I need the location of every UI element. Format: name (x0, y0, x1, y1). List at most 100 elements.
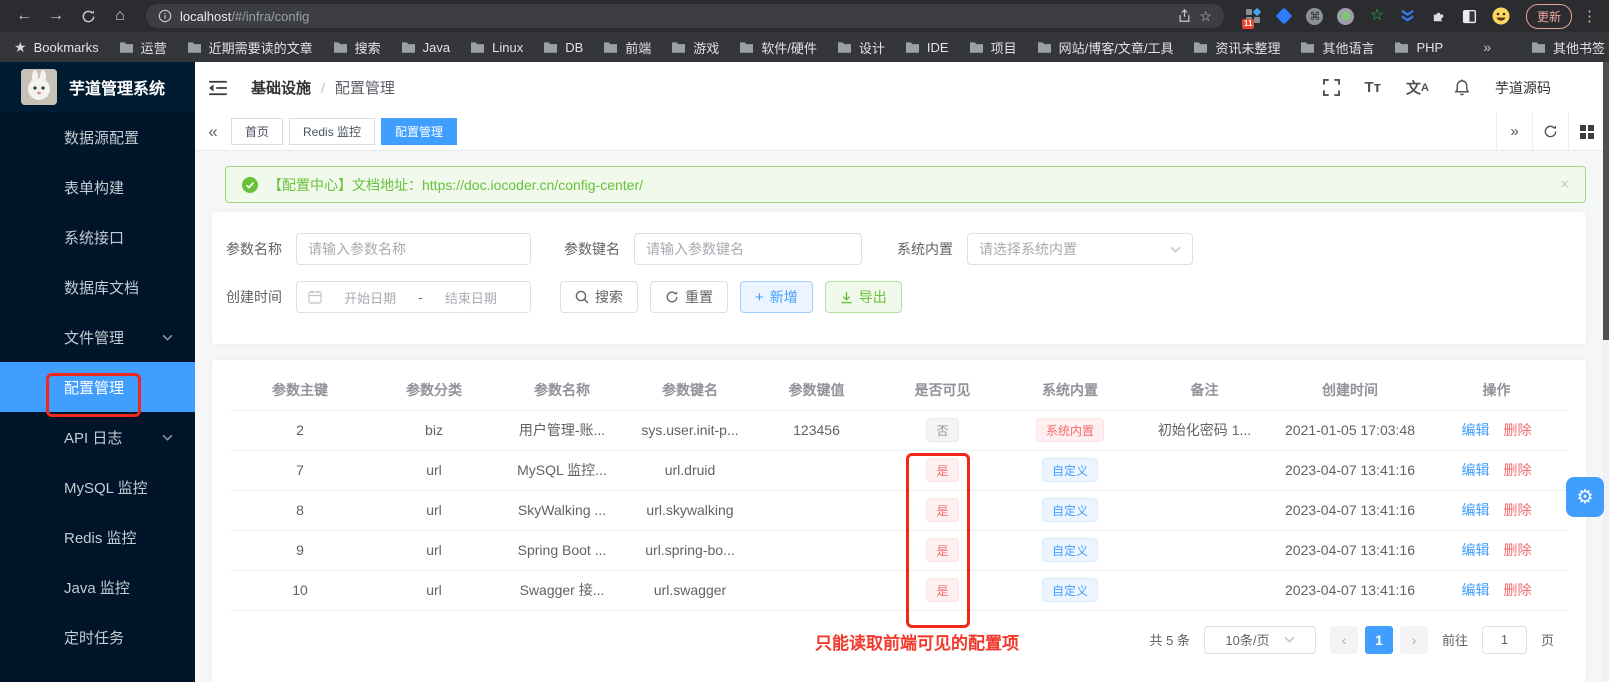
sidebar-fold-icon[interactable] (209, 80, 227, 96)
breadcrumb-separator: / (321, 79, 325, 96)
scrollbar-track[interactable] (1603, 62, 1609, 682)
date-separator: - (418, 289, 423, 305)
export-button[interactable]: 导出 (824, 281, 902, 313)
settings-gear-button[interactable]: ⚙ (1566, 477, 1604, 517)
bookmark-folder[interactable]: IDE (905, 40, 949, 55)
create-button[interactable]: + 新增 (740, 281, 813, 313)
edit-button[interactable]: 编辑 (1462, 462, 1490, 478)
chevrons-extension-icon[interactable] (1399, 7, 1417, 25)
date-range-input[interactable]: 开始日期 - 结束日期 (296, 281, 531, 313)
address-bar[interactable]: localhost/#/infra/config ☆ (146, 4, 1224, 28)
reset-button[interactable]: 重置 (650, 281, 728, 313)
fullscreen-icon[interactable] (1322, 79, 1340, 96)
info-icon[interactable] (158, 9, 172, 23)
page-refresh-icon[interactable] (1532, 112, 1568, 151)
delete-button[interactable]: 删除 (1504, 582, 1532, 598)
main-area: 基础设施 / 配置管理 Tᴛ 文A 芋道源码 « 首页 Redis 监控 配置管… (195, 62, 1609, 682)
table-row: 8 url SkyWalking ... url.skywalking 是 自定… (230, 490, 1568, 531)
tab-config-manage[interactable]: 配置管理 (381, 118, 458, 145)
bookmark-folder[interactable]: Linux (470, 40, 523, 55)
edit-button[interactable]: 编辑 (1462, 502, 1490, 518)
tabs-scroll-left-icon[interactable]: « (195, 122, 231, 142)
sidebar-item-api-log[interactable]: API 日志 (0, 412, 195, 462)
tabs-scroll-right-icon[interactable]: » (1496, 112, 1532, 151)
bookmark-folder[interactable]: 设计 (837, 38, 885, 57)
bookmark-folder[interactable]: 搜索 (333, 38, 381, 57)
breadcrumb-parent[interactable]: 基础设施 (251, 77, 311, 98)
bookmark-star-icon[interactable]: ☆ (1199, 8, 1212, 25)
delete-button[interactable]: 删除 (1504, 422, 1532, 438)
layout-grid-icon[interactable] (1568, 112, 1604, 151)
browser-menu-icon[interactable]: ⋮ (1582, 7, 1597, 25)
puzzle-extensions-icon[interactable] (1430, 7, 1448, 25)
language-icon[interactable]: 文A (1406, 77, 1429, 98)
back-icon[interactable]: ← (10, 3, 38, 29)
bookmarks-overflow-icon[interactable]: » (1483, 39, 1491, 55)
update-button[interactable]: 更新 (1525, 3, 1572, 29)
bookmark-folder[interactable]: 近期需要读的文章 (187, 38, 313, 57)
reload-icon[interactable] (74, 3, 102, 29)
bookmarks-manager[interactable]: ★ Bookmarks (14, 39, 99, 56)
bookmark-folder[interactable]: 运营 (119, 38, 167, 57)
chevron-down-icon (162, 434, 173, 441)
builtin-select[interactable]: 请选择系统内置 (967, 233, 1193, 265)
sidebar-item-scheduled-task[interactable]: 定时任务 (0, 612, 195, 662)
bookmark-folder[interactable]: PHP (1394, 40, 1443, 55)
bookmark-folder[interactable]: 游戏 (671, 38, 719, 57)
bookmark-folder[interactable]: 网站/博客/文章/工具 (1037, 38, 1173, 57)
param-key-input[interactable]: 请输入参数键名 (634, 233, 862, 265)
bookmark-folder[interactable]: 资讯未整理 (1193, 38, 1280, 57)
delete-button[interactable]: 删除 (1504, 542, 1532, 558)
tab-home[interactable]: 首页 (231, 118, 284, 145)
delete-button[interactable]: 删除 (1504, 502, 1532, 518)
tab-redis-monitor[interactable]: Redis 监控 (289, 118, 376, 145)
page-size-select[interactable]: 10条/页 (1203, 625, 1316, 654)
param-name-label: 参数名称 (226, 241, 282, 257)
sidebar-item-form-builder[interactable]: 表单构建 (0, 162, 195, 212)
page-1-button[interactable]: 1 (1364, 625, 1393, 654)
alert-close-icon[interactable]: × (1560, 176, 1569, 193)
next-page-button[interactable]: › (1399, 625, 1428, 654)
share-icon[interactable] (1178, 9, 1191, 23)
param-name-input[interactable]: 请输入参数名称 (296, 233, 531, 265)
bookmark-folder[interactable]: 软件/硬件 (739, 38, 817, 57)
search-button[interactable]: 搜索 (560, 281, 638, 313)
goto-page-input[interactable]: 1 (1481, 625, 1527, 654)
edit-button[interactable]: 编辑 (1462, 542, 1490, 558)
sidebar-item-system-api[interactable]: 系统接口 (0, 212, 195, 262)
bookmark-folder[interactable]: 其他语言 (1300, 38, 1374, 57)
recorder-extension-icon[interactable] (1337, 7, 1355, 25)
star-extension-icon[interactable]: ☆ (1368, 7, 1386, 25)
edit-button[interactable]: 编辑 (1462, 582, 1490, 598)
prev-page-button[interactable]: ‹ (1329, 625, 1358, 654)
column-header-actions: 操作 (1425, 370, 1568, 411)
bookmarks-bar: ★ Bookmarks 运营 近期需要读的文章 搜索 Java Linux DB… (0, 32, 1609, 62)
home-icon[interactable]: ⌂ (106, 3, 134, 29)
builtin-tag: 自定义 (1041, 578, 1098, 602)
alert-link[interactable]: https://doc.iocoder.cn/config-center/ (422, 177, 643, 193)
bell-icon[interactable] (1454, 79, 1470, 96)
split-screen-icon[interactable] (1461, 7, 1479, 25)
other-bookmarks[interactable]: 其他书签 (1531, 38, 1605, 57)
sidebar-item-config-manage[interactable]: 配置管理 (0, 362, 195, 412)
bookmark-folder[interactable]: Java (401, 40, 450, 55)
bookmark-folder[interactable]: 项目 (969, 38, 1017, 57)
delete-button[interactable]: 删除 (1504, 462, 1532, 478)
profile-avatar-icon[interactable] (1492, 7, 1510, 25)
forward-icon[interactable]: → (42, 3, 70, 29)
sidebar-item-file-manage[interactable]: 文件管理 (0, 312, 195, 362)
username[interactable]: 芋道源码 (1495, 78, 1551, 98)
font-size-icon[interactable]: Tᴛ (1365, 79, 1382, 96)
bookmark-folder[interactable]: 前端 (603, 38, 651, 57)
sidebar-item-datasource[interactable]: 数据源配置 (0, 112, 195, 162)
sidebar-item-db-doc[interactable]: 数据库文档 (0, 262, 195, 312)
sidebar-item-mysql-monitor[interactable]: MySQL 监控 (0, 462, 195, 512)
sidebar-item-java-monitor[interactable]: Java 监控 (0, 562, 195, 612)
edit-button[interactable]: 编辑 (1462, 422, 1490, 438)
sidebar-item-redis-monitor[interactable]: Redis 监控 (0, 512, 195, 562)
bookmark-folder[interactable]: DB (543, 40, 583, 55)
command-extension-icon[interactable]: ⌘ (1306, 7, 1324, 25)
scrollbar-thumb[interactable] (1603, 62, 1609, 340)
kite-extension-icon[interactable] (1275, 7, 1293, 25)
tasks-extension-icon[interactable]: 11 (1241, 7, 1262, 29)
